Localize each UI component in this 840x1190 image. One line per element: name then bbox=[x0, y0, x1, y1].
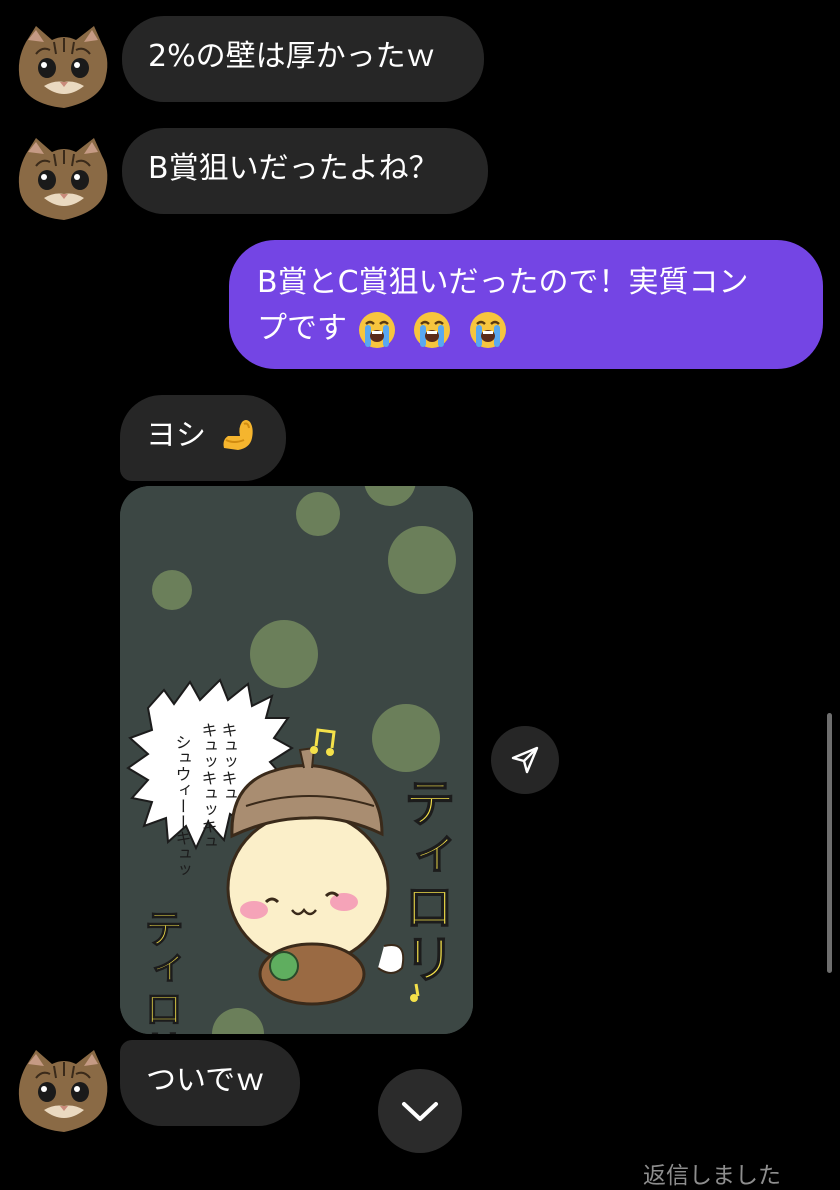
message-text: ついでｗ bbox=[146, 1063, 266, 1098]
share-button[interactable] bbox=[491, 726, 559, 794]
sticker-text-kyukkyukkyu: キュッキュッキュ bbox=[199, 722, 218, 850]
chevron-down-icon bbox=[402, 1102, 438, 1121]
avatar[interactable] bbox=[14, 136, 112, 226]
message-text-line2: プです bbox=[257, 311, 347, 346]
outgoing-message-bubble[interactable]: B賞とC賞狙いだったので！実質コン プです bbox=[229, 240, 823, 369]
message-text-line1: B賞とC賞狙いだったので！実質コン bbox=[257, 265, 749, 300]
message-bubble[interactable]: ヨシ bbox=[120, 395, 286, 481]
reply-status: 返信しました bbox=[643, 1163, 781, 1189]
scroll-down-button[interactable] bbox=[378, 1069, 462, 1153]
message-text-line2-row: プです bbox=[257, 306, 795, 352]
sticker-text-kyukkyu: キュッキュ bbox=[219, 722, 238, 802]
message-text: 2%の壁は厚かったｗ bbox=[148, 39, 436, 74]
message-bubble[interactable]: 2%の壁は厚かったｗ bbox=[122, 16, 484, 102]
sticker-message[interactable]: ティロリ ティロリ キュッキュ キュッキュッキュ シュウィーーキュッ bbox=[120, 486, 473, 1034]
cat-avatar-icon bbox=[18, 138, 108, 220]
sticker-text-shuwii: シュウィーーキュッ bbox=[173, 734, 192, 878]
sticker-text-tirori-left: ティロリ bbox=[137, 908, 183, 1034]
message-bubble[interactable]: B賞狙いだったよね？ bbox=[122, 128, 488, 214]
sticker-image: ティロリ ティロリ キュッキュ キュッキュッキュ シュウィーーキュッ bbox=[120, 486, 473, 1034]
flexed-biceps-emoji bbox=[223, 419, 253, 450]
avatar[interactable] bbox=[14, 24, 112, 114]
loudly-crying-face-emoji bbox=[414, 311, 451, 348]
send-arrow-icon bbox=[511, 746, 539, 774]
scrollbar[interactable] bbox=[827, 713, 832, 973]
message-bubble[interactable]: ついでｗ bbox=[120, 1040, 300, 1126]
loudly-crying-face-emoji bbox=[358, 311, 395, 348]
message-text: B賞狙いだったよね？ bbox=[148, 151, 439, 186]
loudly-crying-face-emoji bbox=[469, 311, 506, 348]
avatar[interactable] bbox=[14, 1048, 112, 1138]
message-text: ヨシ bbox=[146, 418, 206, 453]
cat-avatar-icon bbox=[18, 26, 108, 108]
cat-avatar-icon bbox=[18, 1050, 108, 1132]
sticker-text-tirori-right: ティロリ bbox=[394, 776, 454, 984]
